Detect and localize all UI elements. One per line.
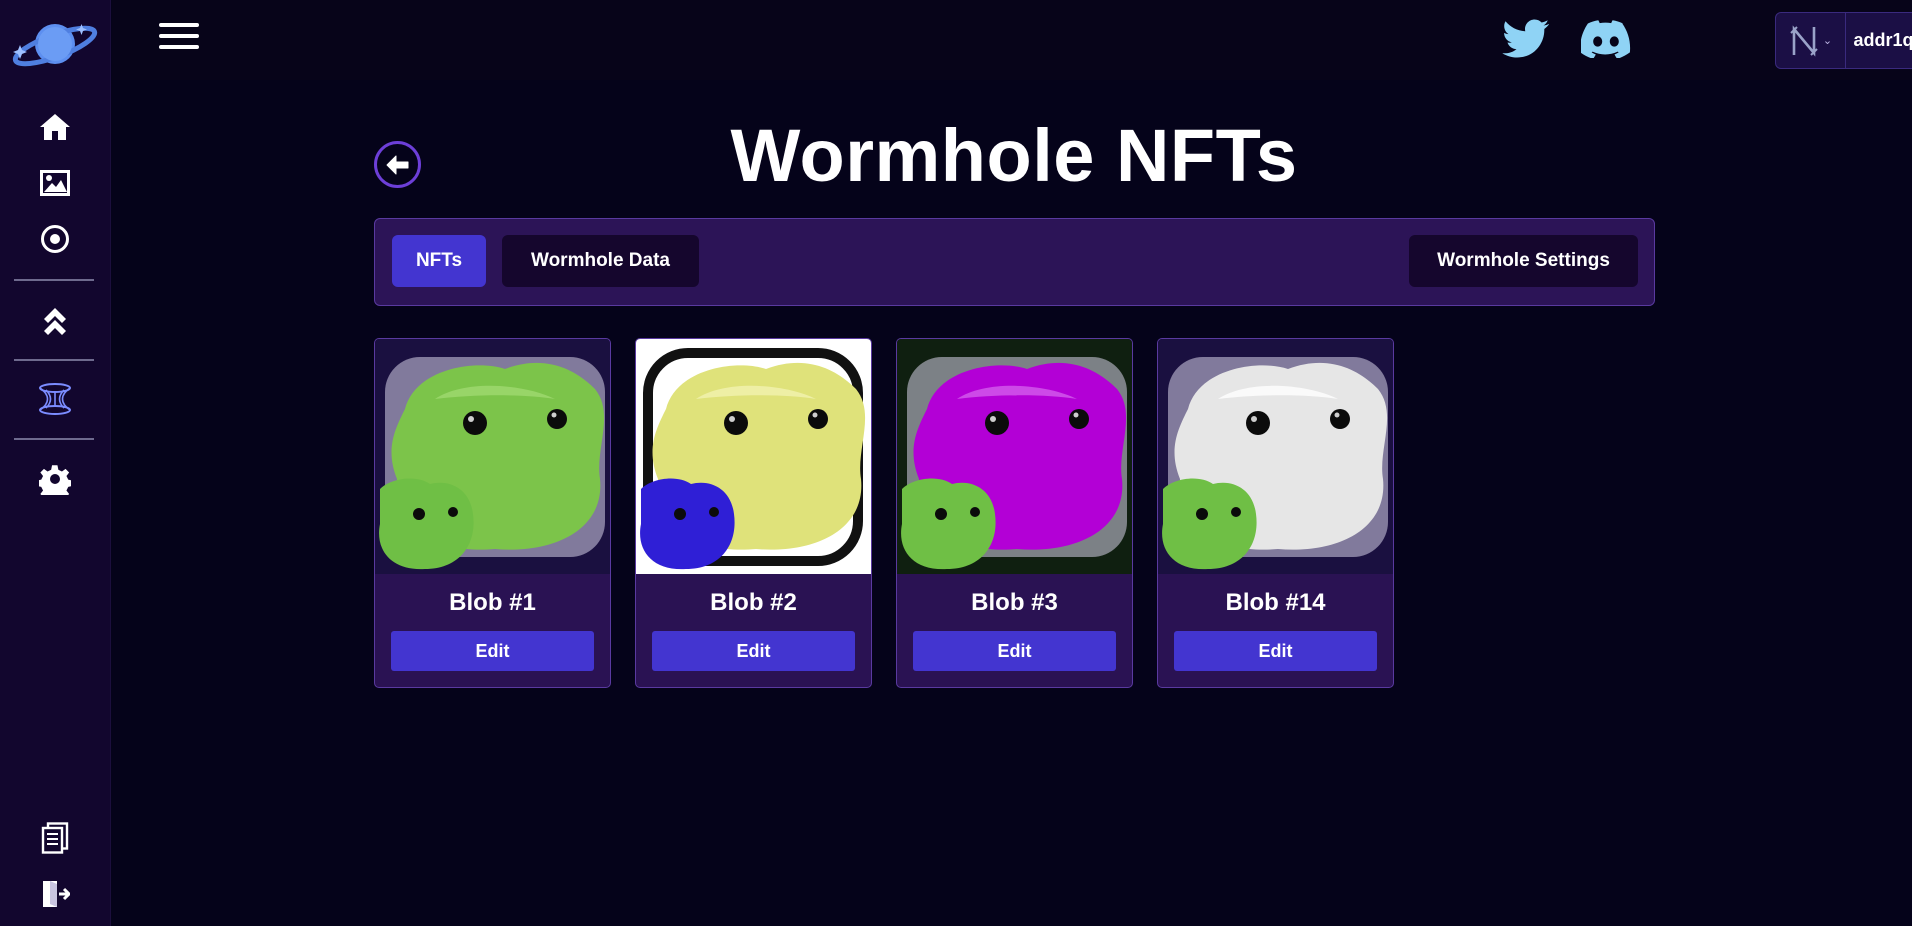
- gear-icon[interactable]: [34, 458, 76, 500]
- sidebar: [0, 0, 111, 926]
- nft-card: Blob #2 Edit: [635, 338, 872, 688]
- edit-button[interactable]: Edit: [652, 631, 855, 671]
- tab-nfts[interactable]: NFTs: [392, 235, 486, 287]
- edit-button[interactable]: Edit: [391, 631, 594, 671]
- document-icon[interactable]: [34, 817, 76, 859]
- nft-image[interactable]: [897, 339, 1132, 574]
- nft-title: Blob #1: [449, 589, 536, 616]
- image-icon[interactable]: [34, 162, 76, 204]
- page-title: Wormhole NFTs: [730, 114, 1298, 197]
- home-icon[interactable]: [34, 106, 76, 148]
- nft-card: Blob #1 Edit: [374, 338, 611, 688]
- planet-logo-icon[interactable]: [10, 16, 102, 74]
- twitter-icon[interactable]: [1500, 16, 1552, 62]
- nft-title: Blob #2: [710, 589, 797, 616]
- nft-image[interactable]: [1158, 339, 1393, 574]
- sidebar-divider: [14, 279, 94, 281]
- wallet-address: addr1q...whpg: [1853, 30, 1912, 50]
- top-bar: ⌄ addr1q...whpg: [112, 0, 1912, 80]
- nft-image[interactable]: [636, 339, 871, 574]
- nft-title: Blob #3: [971, 589, 1058, 616]
- sidebar-divider: [14, 359, 94, 361]
- wormhole-icon[interactable]: [34, 378, 76, 420]
- chevrons-up-icon[interactable]: [34, 298, 76, 340]
- wallet-button[interactable]: ⌄ addr1q...whpg: [1775, 12, 1912, 69]
- menu-hamburger-icon[interactable]: [159, 23, 199, 57]
- tab-wormhole-settings[interactable]: Wormhole Settings: [1409, 235, 1638, 287]
- sidebar-divider: [14, 438, 94, 440]
- disc-icon[interactable]: [34, 218, 76, 260]
- logout-icon[interactable]: [34, 873, 76, 915]
- discord-icon[interactable]: [1580, 16, 1632, 62]
- wallet-provider-selector[interactable]: ⌄: [1776, 13, 1846, 68]
- chevron-down-icon: ⌄: [1822, 35, 1833, 47]
- nft-card: Blob #3 Edit: [896, 338, 1133, 688]
- nami-wallet-icon: [1790, 24, 1818, 57]
- edit-button[interactable]: Edit: [1174, 631, 1377, 671]
- tab-bar: NFTs Wormhole Data Wormhole Settings: [374, 218, 1655, 306]
- nft-image[interactable]: [375, 339, 610, 574]
- nft-title: Blob #14: [1225, 589, 1326, 616]
- tab-wormhole-data[interactable]: Wormhole Data: [502, 235, 699, 287]
- nft-card: Blob #14 Edit: [1157, 338, 1394, 688]
- edit-button[interactable]: Edit: [913, 631, 1116, 671]
